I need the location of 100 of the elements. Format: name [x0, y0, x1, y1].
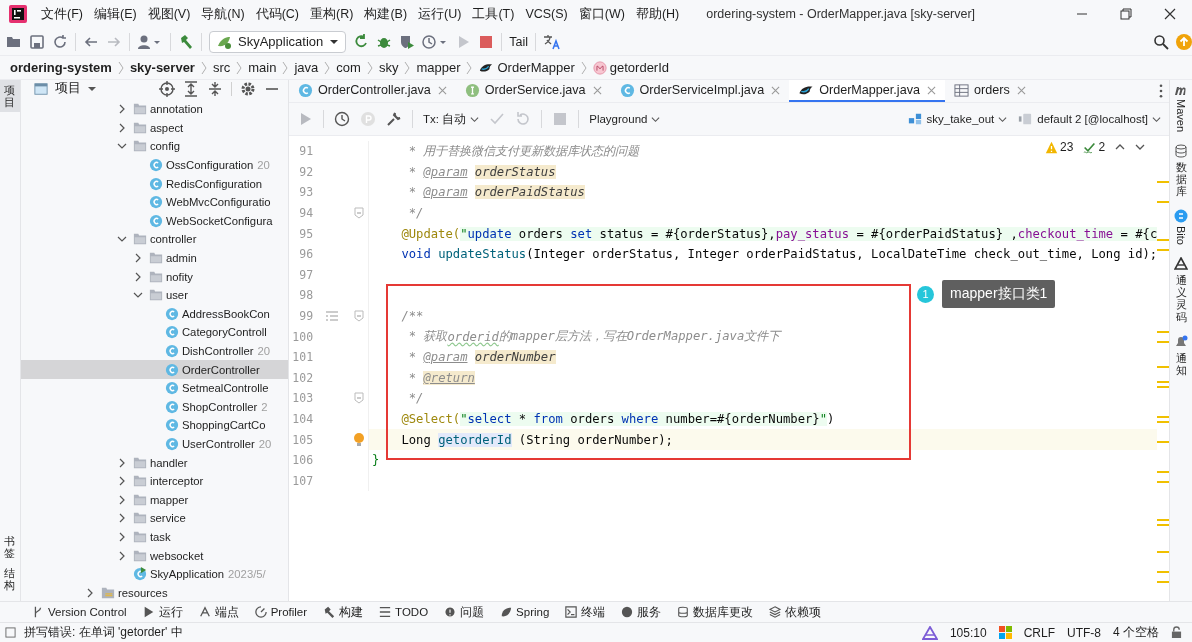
tool-window-tab[interactable]: 项目 [0, 80, 20, 113]
tree-item[interactable]: handler [20, 453, 289, 472]
menu-item[interactable]: VCS(S) [525, 7, 568, 21]
tree-item[interactable]: annotation [20, 100, 289, 119]
datasource-dropdown[interactable]: default 2 [@localhost] [1017, 112, 1162, 126]
menu-item[interactable]: 代码(C) [255, 5, 300, 23]
locate-icon[interactable] [159, 80, 176, 97]
menu-item[interactable]: 帮助(H) [635, 5, 680, 23]
tail-button[interactable]: Tail [509, 34, 529, 49]
menu-item[interactable]: 编辑(E) [93, 5, 137, 23]
tree-item[interactable]: DishController 20 [20, 341, 289, 361]
commit-check-icon[interactable] [489, 111, 506, 127]
tool-window-tab[interactable]: 结构 [0, 562, 20, 595]
editor-tab[interactable]: OrderMapper.java [789, 80, 945, 102]
profiler-dropdown-icon[interactable] [422, 33, 449, 50]
tree-item[interactable]: service [20, 509, 289, 528]
breadcrumb-item[interactable]: ordering-system [10, 60, 112, 75]
tool-window-button[interactable]: TODO [379, 606, 429, 618]
tool-window-button[interactable]: 端点 [198, 604, 239, 620]
windows-logo-icon[interactable] [998, 626, 1012, 639]
transaction-mode-dropdown[interactable]: Tx: 自动 [423, 111, 480, 127]
tree-item[interactable]: config [20, 137, 289, 156]
tree-item[interactable]: SetmealControlle [20, 378, 289, 398]
tree-item[interactable]: AddressBookCon [20, 304, 289, 324]
close-icon[interactable] [1164, 8, 1176, 20]
playground-dropdown[interactable]: Playground [589, 113, 661, 125]
breadcrumb-item[interactable]: OrderMapper [478, 60, 575, 75]
settings-icon[interactable] [240, 80, 257, 97]
typo-count[interactable]: 2 [1083, 140, 1106, 154]
tree-item[interactable]: UserController 20 [20, 434, 289, 454]
tool-window-tab[interactable]: Maven [1174, 84, 1189, 133]
tool-window-tab[interactable]: 数据库 [1175, 144, 1188, 198]
tree-item[interactable]: OrderController [20, 360, 289, 379]
menu-item[interactable]: 工具(T) [472, 5, 515, 23]
schema-dropdown[interactable]: sky_take_out [906, 112, 1008, 126]
tree-item[interactable]: CategoryControll [20, 323, 289, 342]
rerun-icon[interactable] [353, 33, 370, 50]
tool-window-button[interactable]: 构建 [323, 604, 364, 620]
tool-window-button[interactable]: 数据库更改 [677, 604, 754, 620]
tree-item[interactable]: SkyApplication 2023/5/ [20, 564, 289, 584]
fold-marker-icon[interactable] [354, 310, 365, 323]
editor-tab[interactable]: OrderController.java [289, 80, 456, 102]
breadcrumb-item[interactable]: src [212, 60, 231, 75]
translate-icon[interactable] [543, 33, 562, 50]
tree-item[interactable]: ShoppingCartCo [20, 416, 289, 435]
tree-item[interactable]: OssConfiguration 20 [20, 155, 289, 175]
tree-item[interactable]: ShopController 2 [20, 397, 289, 417]
indent-setting[interactable]: 4 个空格 [1113, 624, 1159, 641]
editor-tab[interactable]: OrderService.java [455, 80, 611, 102]
tree-item[interactable]: nofity [20, 267, 289, 286]
breadcrumb-item[interactable]: java [294, 60, 319, 75]
refresh-icon[interactable] [52, 33, 68, 50]
tool-window-tab[interactable]: 书签 [0, 530, 20, 563]
tool-window-tab[interactable]: 通知 [1174, 334, 1189, 376]
collapse-all-icon[interactable] [207, 80, 224, 97]
fold-marker-icon[interactable] [354, 392, 365, 405]
breadcrumb-item[interactable]: com [336, 60, 361, 75]
tool-window-tab[interactable]: Bito [1174, 209, 1189, 246]
tool-window-button[interactable]: Spring [500, 606, 550, 618]
menu-item[interactable]: 窗口(W) [578, 5, 625, 23]
breadcrumb-item[interactable]: mapper [416, 60, 461, 75]
restore-icon[interactable] [1120, 8, 1132, 20]
line-ending[interactable]: CRLF [1023, 625, 1055, 640]
tree-item[interactable]: WebMvcConfiguratio [20, 192, 289, 212]
editor-tab[interactable]: orders [945, 80, 1035, 102]
tree-item[interactable]: WebSocketConfigura [20, 211, 289, 231]
tool-window-button[interactable]: Version Control [32, 606, 127, 618]
tree-item[interactable]: controller [20, 230, 289, 249]
tool-window-tab[interactable]: 通义灵码 [1174, 257, 1189, 323]
tool-window-button[interactable]: 问题 [444, 604, 485, 620]
tree-item[interactable]: user [20, 285, 289, 305]
warning-count[interactable]: 23 [1045, 140, 1074, 154]
more-options-icon[interactable] [1159, 84, 1164, 98]
breadcrumb-item[interactable]: sky-server [129, 60, 195, 75]
breadcrumb-item[interactable]: sky [378, 60, 399, 75]
tree-item[interactable]: admin [20, 248, 289, 268]
tool-window-button[interactable]: Profiler [254, 606, 308, 618]
tree-item[interactable]: task [20, 527, 289, 547]
tool-window-button[interactable]: 运行 [142, 604, 183, 620]
file-encoding[interactable]: UTF-8 [1067, 625, 1101, 640]
breadcrumb-item[interactable]: getorderId [592, 60, 670, 75]
breadcrumb-item[interactable]: main [248, 60, 277, 75]
menu-item[interactable]: 导航(N) [201, 5, 245, 23]
user-dropdown-icon[interactable] [137, 33, 163, 50]
history-icon[interactable] [334, 111, 351, 127]
menu-item[interactable]: 视图(V) [147, 5, 191, 23]
lock-icon[interactable] [1171, 626, 1182, 639]
stop-icon[interactable] [478, 33, 495, 50]
tool-window-button[interactable]: 服务 [621, 604, 662, 620]
tree-item[interactable]: websocket [20, 546, 289, 565]
wrench-icon[interactable] [386, 111, 403, 127]
tool-window-button[interactable]: 终端 [565, 604, 606, 620]
coverage-icon[interactable] [399, 33, 416, 50]
tree-item[interactable]: interceptor [20, 471, 289, 491]
editor-tab[interactable]: OrderServiceImpl.java [610, 80, 790, 102]
tool-window-button[interactable]: 依赖项 [769, 604, 822, 620]
menu-item[interactable]: 构建(B) [364, 5, 408, 23]
menu-item[interactable]: 运行(U) [418, 5, 462, 23]
lingma-icon[interactable] [921, 625, 938, 640]
run-configuration-dropdown[interactable]: SkyApplication [209, 30, 347, 53]
